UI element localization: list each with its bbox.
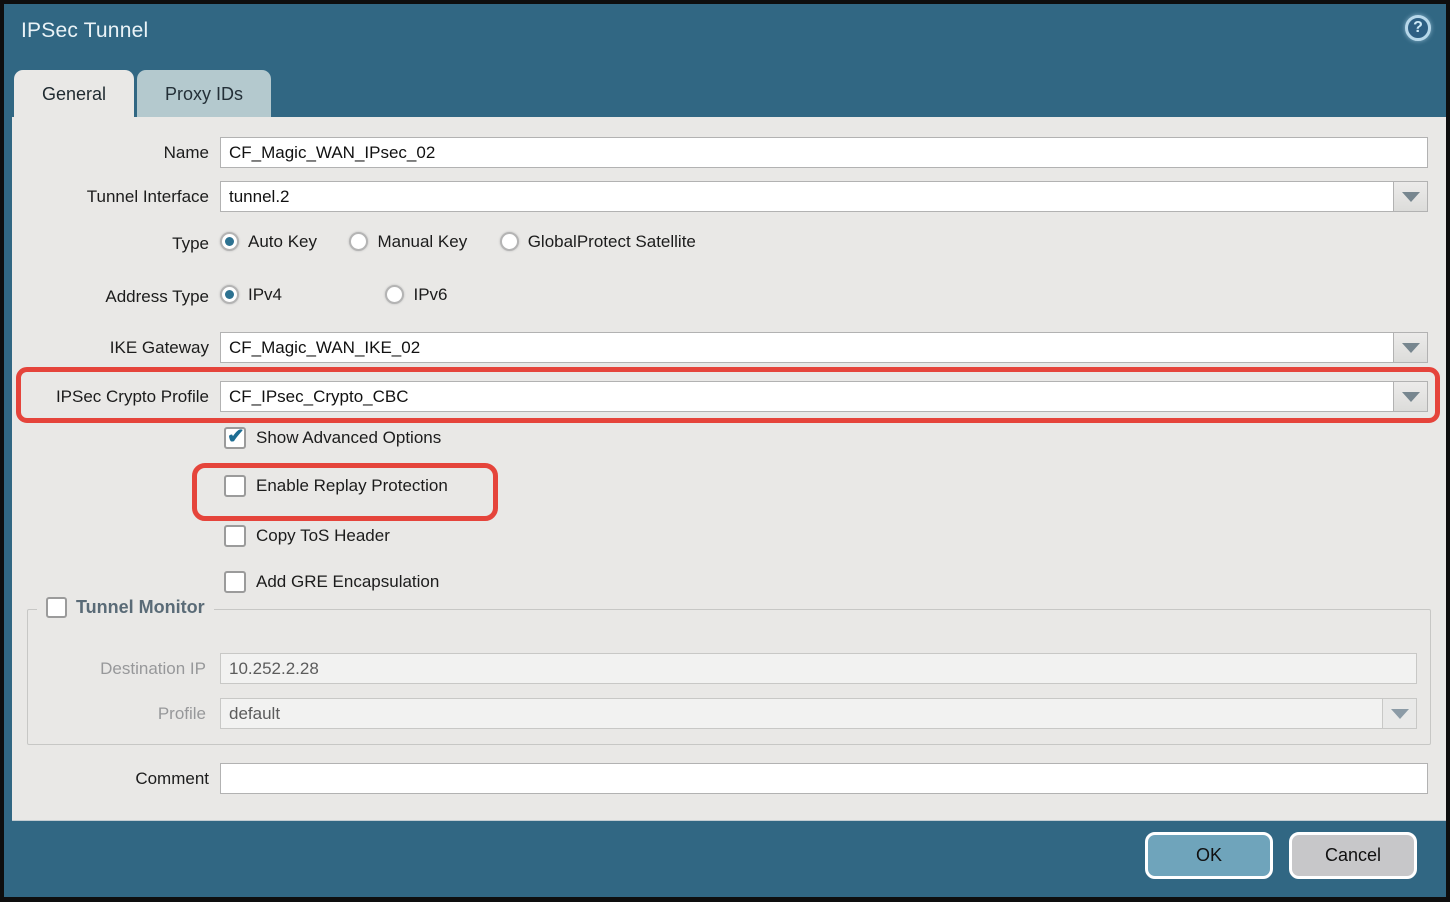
dialog-footer: OK Cancel	[1145, 832, 1417, 879]
chevron-down-icon	[1402, 392, 1420, 402]
profile-row: Profile	[28, 698, 1430, 729]
profile-label: Profile	[28, 704, 220, 724]
copy-tos-header-checkbox-row[interactable]: Copy ToS Header	[224, 523, 390, 549]
chevron-down-icon	[1391, 709, 1409, 719]
checkbox-unchecked-icon[interactable]	[224, 525, 246, 547]
destination-ip-input	[220, 653, 1417, 684]
add-gre-encapsulation-checkbox-row[interactable]: Add GRE Encapsulation	[224, 569, 439, 595]
checkbox-unchecked-icon[interactable]	[224, 475, 246, 497]
ipsec-tunnel-dialog: IPSec Tunnel ? General Proxy IDs Name Tu…	[4, 4, 1446, 897]
radio-manual-key[interactable]: Manual Key	[349, 232, 467, 252]
ike-gateway-label: IKE Gateway	[12, 338, 220, 358]
name-row: Name	[12, 137, 1446, 168]
radio-ipv4[interactable]: IPv4	[220, 285, 282, 305]
comment-label: Comment	[12, 769, 220, 789]
show-advanced-options-label: Show Advanced Options	[256, 428, 441, 448]
ipsec-crypto-profile-dropdown-button[interactable]	[1393, 381, 1428, 412]
name-input[interactable]	[220, 137, 1428, 168]
enable-replay-protection-label: Enable Replay Protection	[256, 476, 448, 496]
profile-dropdown-button	[1382, 698, 1417, 729]
type-label: Type	[12, 234, 220, 254]
ipsec-crypto-profile-label: IPSec Crypto Profile	[12, 387, 220, 407]
radio-manual-key-label: Manual Key	[377, 232, 467, 252]
radio-selected-icon	[220, 285, 239, 304]
type-row: Type Auto Key Manual Key GlobalProtect S…	[12, 230, 1446, 258]
copy-tos-header-label: Copy ToS Header	[256, 526, 390, 546]
radio-ipv6[interactable]: IPv6	[385, 285, 447, 305]
tunnel-interface-label: Tunnel Interface	[12, 187, 220, 207]
tab-proxy-ids[interactable]: Proxy IDs	[137, 70, 271, 118]
screenshot-frame: IPSec Tunnel ? General Proxy IDs Name Tu…	[0, 0, 1450, 902]
radio-unselected-icon	[385, 285, 404, 304]
profile-input	[220, 698, 1383, 729]
cancel-button[interactable]: Cancel	[1289, 832, 1417, 879]
tunnel-interface-dropdown-button[interactable]	[1393, 181, 1428, 212]
chevron-down-icon	[1402, 343, 1420, 353]
tunnel-interface-row: Tunnel Interface	[12, 181, 1446, 212]
tab-bar: General Proxy IDs	[14, 70, 271, 118]
general-tab-panel: Name Tunnel Interface Type	[12, 117, 1446, 820]
name-label: Name	[12, 143, 220, 163]
radio-globalprotect-satellite[interactable]: GlobalProtect Satellite	[500, 232, 696, 252]
ipsec-crypto-profile-row: IPSec Crypto Profile	[12, 381, 1446, 412]
destination-ip-row: Destination IP	[28, 653, 1430, 684]
comment-input[interactable]	[220, 763, 1428, 794]
tunnel-monitor-fieldset: Tunnel Monitor Destination IP Profile	[27, 609, 1431, 745]
radio-ipv6-label: IPv6	[413, 285, 447, 305]
chevron-down-icon	[1402, 192, 1420, 202]
radio-auto-key-label: Auto Key	[248, 232, 317, 252]
comment-row: Comment	[12, 763, 1446, 794]
tunnel-interface-input[interactable]	[220, 181, 1394, 212]
ok-button[interactable]: OK	[1145, 832, 1273, 879]
ike-gateway-input[interactable]	[220, 332, 1394, 363]
radio-unselected-icon	[500, 232, 519, 251]
ike-gateway-row: IKE Gateway	[12, 332, 1446, 363]
help-icon[interactable]: ?	[1405, 15, 1431, 41]
show-advanced-options-checkbox-row[interactable]: Show Advanced Options	[224, 425, 441, 451]
type-radio-group: Auto Key Manual Key GlobalProtect Satell…	[220, 232, 724, 257]
checkbox-unchecked-icon[interactable]	[224, 571, 246, 593]
radio-selected-icon	[220, 232, 239, 251]
address-type-label: Address Type	[12, 287, 220, 307]
radio-globalprotect-satellite-label: GlobalProtect Satellite	[528, 232, 696, 252]
ike-gateway-dropdown-button[interactable]	[1393, 332, 1428, 363]
destination-ip-label: Destination IP	[28, 659, 220, 679]
add-gre-encapsulation-label: Add GRE Encapsulation	[256, 572, 439, 592]
tunnel-monitor-label: Tunnel Monitor	[76, 597, 205, 618]
address-type-row: Address Type IPv4 IPv6	[12, 283, 1446, 311]
dialog-title: IPSec Tunnel	[21, 19, 148, 43]
radio-ipv4-label: IPv4	[248, 285, 282, 305]
enable-replay-protection-checkbox-row[interactable]: Enable Replay Protection	[224, 473, 448, 499]
checkbox-unchecked-icon[interactable]	[46, 597, 67, 618]
checkbox-checked-icon[interactable]	[224, 427, 246, 449]
address-type-radio-group: IPv4 IPv6	[220, 285, 476, 310]
title-bar: IPSec Tunnel ?	[4, 4, 1446, 66]
ipsec-crypto-profile-input[interactable]	[220, 381, 1394, 412]
radio-unselected-icon	[349, 232, 368, 251]
radio-auto-key[interactable]: Auto Key	[220, 232, 317, 252]
tunnel-monitor-legend[interactable]: Tunnel Monitor	[37, 597, 214, 618]
tab-general[interactable]: General	[14, 70, 134, 118]
